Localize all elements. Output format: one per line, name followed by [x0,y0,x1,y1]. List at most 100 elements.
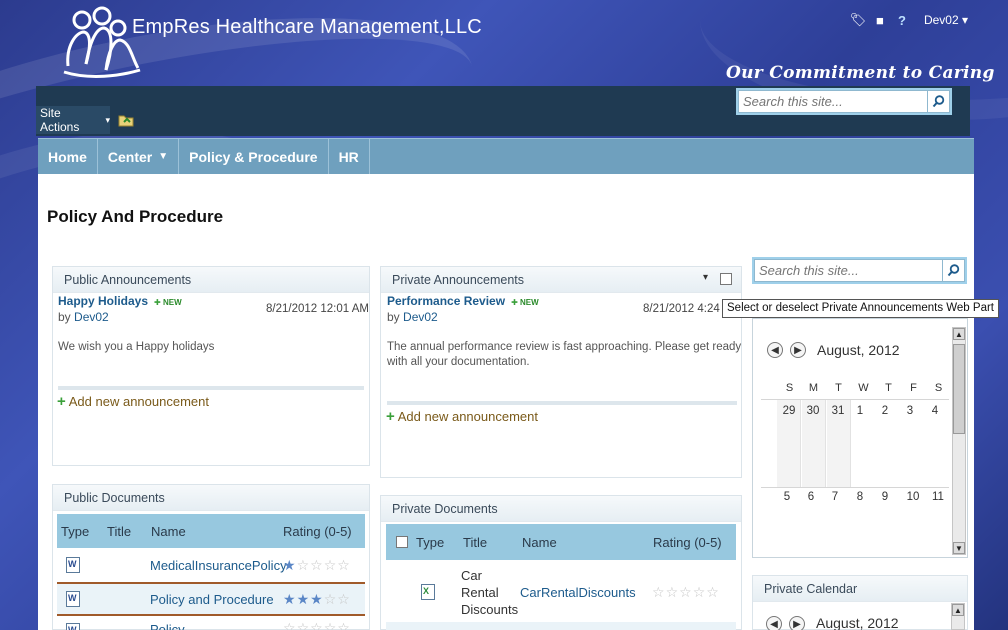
add-announcement-link[interactable]: + Add new announcement [57,393,209,410]
table-row[interactable]: MedicalInsurancePolicy ★☆☆☆☆ [57,550,365,580]
webpart-title[interactable]: Private Documents [381,496,741,522]
search-button[interactable] [928,90,950,113]
star-icon[interactable]: ☆ [679,584,692,601]
scroll-up-icon[interactable]: ▲ [952,604,964,616]
rating-stars[interactable]: ☆ ☆ ☆ ☆ ☆ [283,620,350,630]
star-icon[interactable]: ☆ [297,620,310,630]
star-icon[interactable]: ☆ [324,620,337,630]
star-icon[interactable]: ☆ [297,557,310,574]
column-title[interactable]: Title [463,535,487,550]
calendar-month: August, 2012 [817,342,900,358]
arrow-right-icon[interactable]: ▶ [789,616,805,630]
column-type[interactable]: Type [416,535,444,550]
rating-stars[interactable]: ☆ ☆ ☆ ☆ ☆ [652,584,719,601]
site-title[interactable]: EmpRes Healthcare Management,LLC [132,16,482,39]
star-icon[interactable]: ☆ [706,584,719,601]
column-title[interactable]: Title [107,524,131,539]
search-button[interactable] [943,259,965,282]
calendar-day[interactable]: 8 [848,491,872,503]
star-icon[interactable]: ☆ [693,584,706,601]
webpart-title[interactable]: Private Calendar [753,576,967,602]
calendar-day[interactable]: 4 [923,405,947,417]
star-icon[interactable]: ☆ [337,620,350,630]
author-link[interactable]: Dev02 [74,310,109,324]
calendar-day[interactable]: 3 [898,405,922,417]
document-name-link[interactable]: Policy [150,622,185,630]
calendar-day[interactable]: 1 [848,405,872,417]
star-icon[interactable]: ☆ [324,557,337,574]
nav-policy-procedure[interactable]: Policy & Procedure [179,139,329,174]
scroll-up-icon[interactable]: ▲ [953,328,965,340]
table-row[interactable]: Car Rental Discounts CarRentalDiscounts … [386,564,736,620]
document-name-link[interactable]: MedicalInsurancePolicy [150,558,287,573]
nav-home[interactable]: Home [38,139,98,174]
star-icon[interactable]: ☆ [652,584,665,601]
rating-stars[interactable]: ★ ★ ★ ☆ ☆ [283,591,350,608]
calendar-day[interactable]: 31 [826,405,850,417]
site-actions-menu[interactable]: Site Actions ▾ [36,106,110,134]
arrow-right-icon[interactable]: ▶ [790,342,806,358]
star-icon[interactable]: ☆ [324,591,337,608]
star-icon[interactable]: ★ [283,591,296,608]
calendar-day[interactable]: 6 [799,491,823,503]
calendar-day[interactable]: 30 [801,405,825,417]
tag-icon[interactable]: 🏷︎ [850,12,867,28]
column-name[interactable]: Name [151,524,186,539]
announcement-title[interactable]: Happy Holidays [58,294,148,308]
excel-doc-icon[interactable] [421,584,435,600]
webpart-title[interactable]: Private Announcements [381,267,741,293]
scroll-thumb[interactable] [953,344,965,434]
author-link[interactable]: Dev02 [403,310,438,324]
help-icon[interactable]: ? [894,12,910,28]
select-all-checkbox[interactable] [396,536,408,548]
star-icon[interactable]: ☆ [283,620,296,630]
calendar-scrollbar[interactable]: ▲ ▼ [952,327,966,555]
announcement-title[interactable]: Performance Review [387,294,505,308]
star-icon[interactable]: ★ [310,591,323,608]
calendar-day[interactable]: 5 [775,491,799,503]
calendar-scrollbar[interactable]: ▲ [951,603,965,630]
search-input[interactable] [754,259,943,282]
calendar-day[interactable]: 9 [873,491,897,503]
star-icon[interactable]: ★ [297,591,310,608]
table-row[interactable]: Policy ☆☆☆☆☆ [57,617,365,630]
webpart-menu-chevron-icon[interactable]: ▾ [703,272,708,283]
star-icon[interactable]: ☆ [337,557,350,574]
column-name[interactable]: Name [522,535,557,550]
logo-icon[interactable] [60,6,142,80]
webpart-select-checkbox[interactable] [720,273,732,285]
star-icon[interactable]: ☆ [310,557,323,574]
folder-icon[interactable] [118,113,134,127]
user-menu[interactable]: Dev02 ▾ [924,13,968,27]
arrow-left-icon[interactable]: ◀ [767,342,783,358]
scroll-down-icon[interactable]: ▼ [953,542,965,554]
column-type[interactable]: Type [61,524,89,539]
chat-icon[interactable]: ■ [872,12,888,28]
arrow-left-icon[interactable]: ◀ [766,616,782,630]
column-rating[interactable]: Rating (0-5) [653,535,722,550]
calendar-day[interactable]: 11 [926,491,950,503]
search-input[interactable] [738,90,928,113]
calendar-day[interactable]: 7 [823,491,847,503]
calendar-day[interactable]: 10 [901,491,925,503]
word-doc-icon[interactable] [66,591,80,607]
document-name-link[interactable]: CarRentalDiscounts [520,585,636,600]
nav-center[interactable]: Center ▼ [98,139,180,174]
rating-stars[interactable]: ★ ☆ ☆ ☆ ☆ [283,557,350,574]
calendar-day[interactable]: 2 [873,405,897,417]
calendar-day[interactable]: 29 [777,405,801,417]
document-name-link[interactable]: Policy and Procedure [150,592,274,607]
star-icon[interactable]: ☆ [337,591,350,608]
weekday-label: F [910,382,917,394]
table-row[interactable]: Policy and Procedure ★★★☆☆ [57,584,365,614]
word-doc-icon[interactable] [66,557,80,573]
star-icon[interactable]: ★ [283,557,296,574]
word-doc-icon[interactable] [66,623,80,630]
nav-hr[interactable]: HR [329,139,370,174]
webpart-title[interactable]: Public Documents [53,485,369,511]
add-announcement-link[interactable]: + Add new announcement [386,408,538,425]
webpart-title[interactable]: Public Announcements [53,267,369,293]
star-icon[interactable]: ☆ [310,620,323,630]
column-rating[interactable]: Rating (0-5) [283,524,352,539]
star-icon[interactable]: ☆ [666,584,679,601]
